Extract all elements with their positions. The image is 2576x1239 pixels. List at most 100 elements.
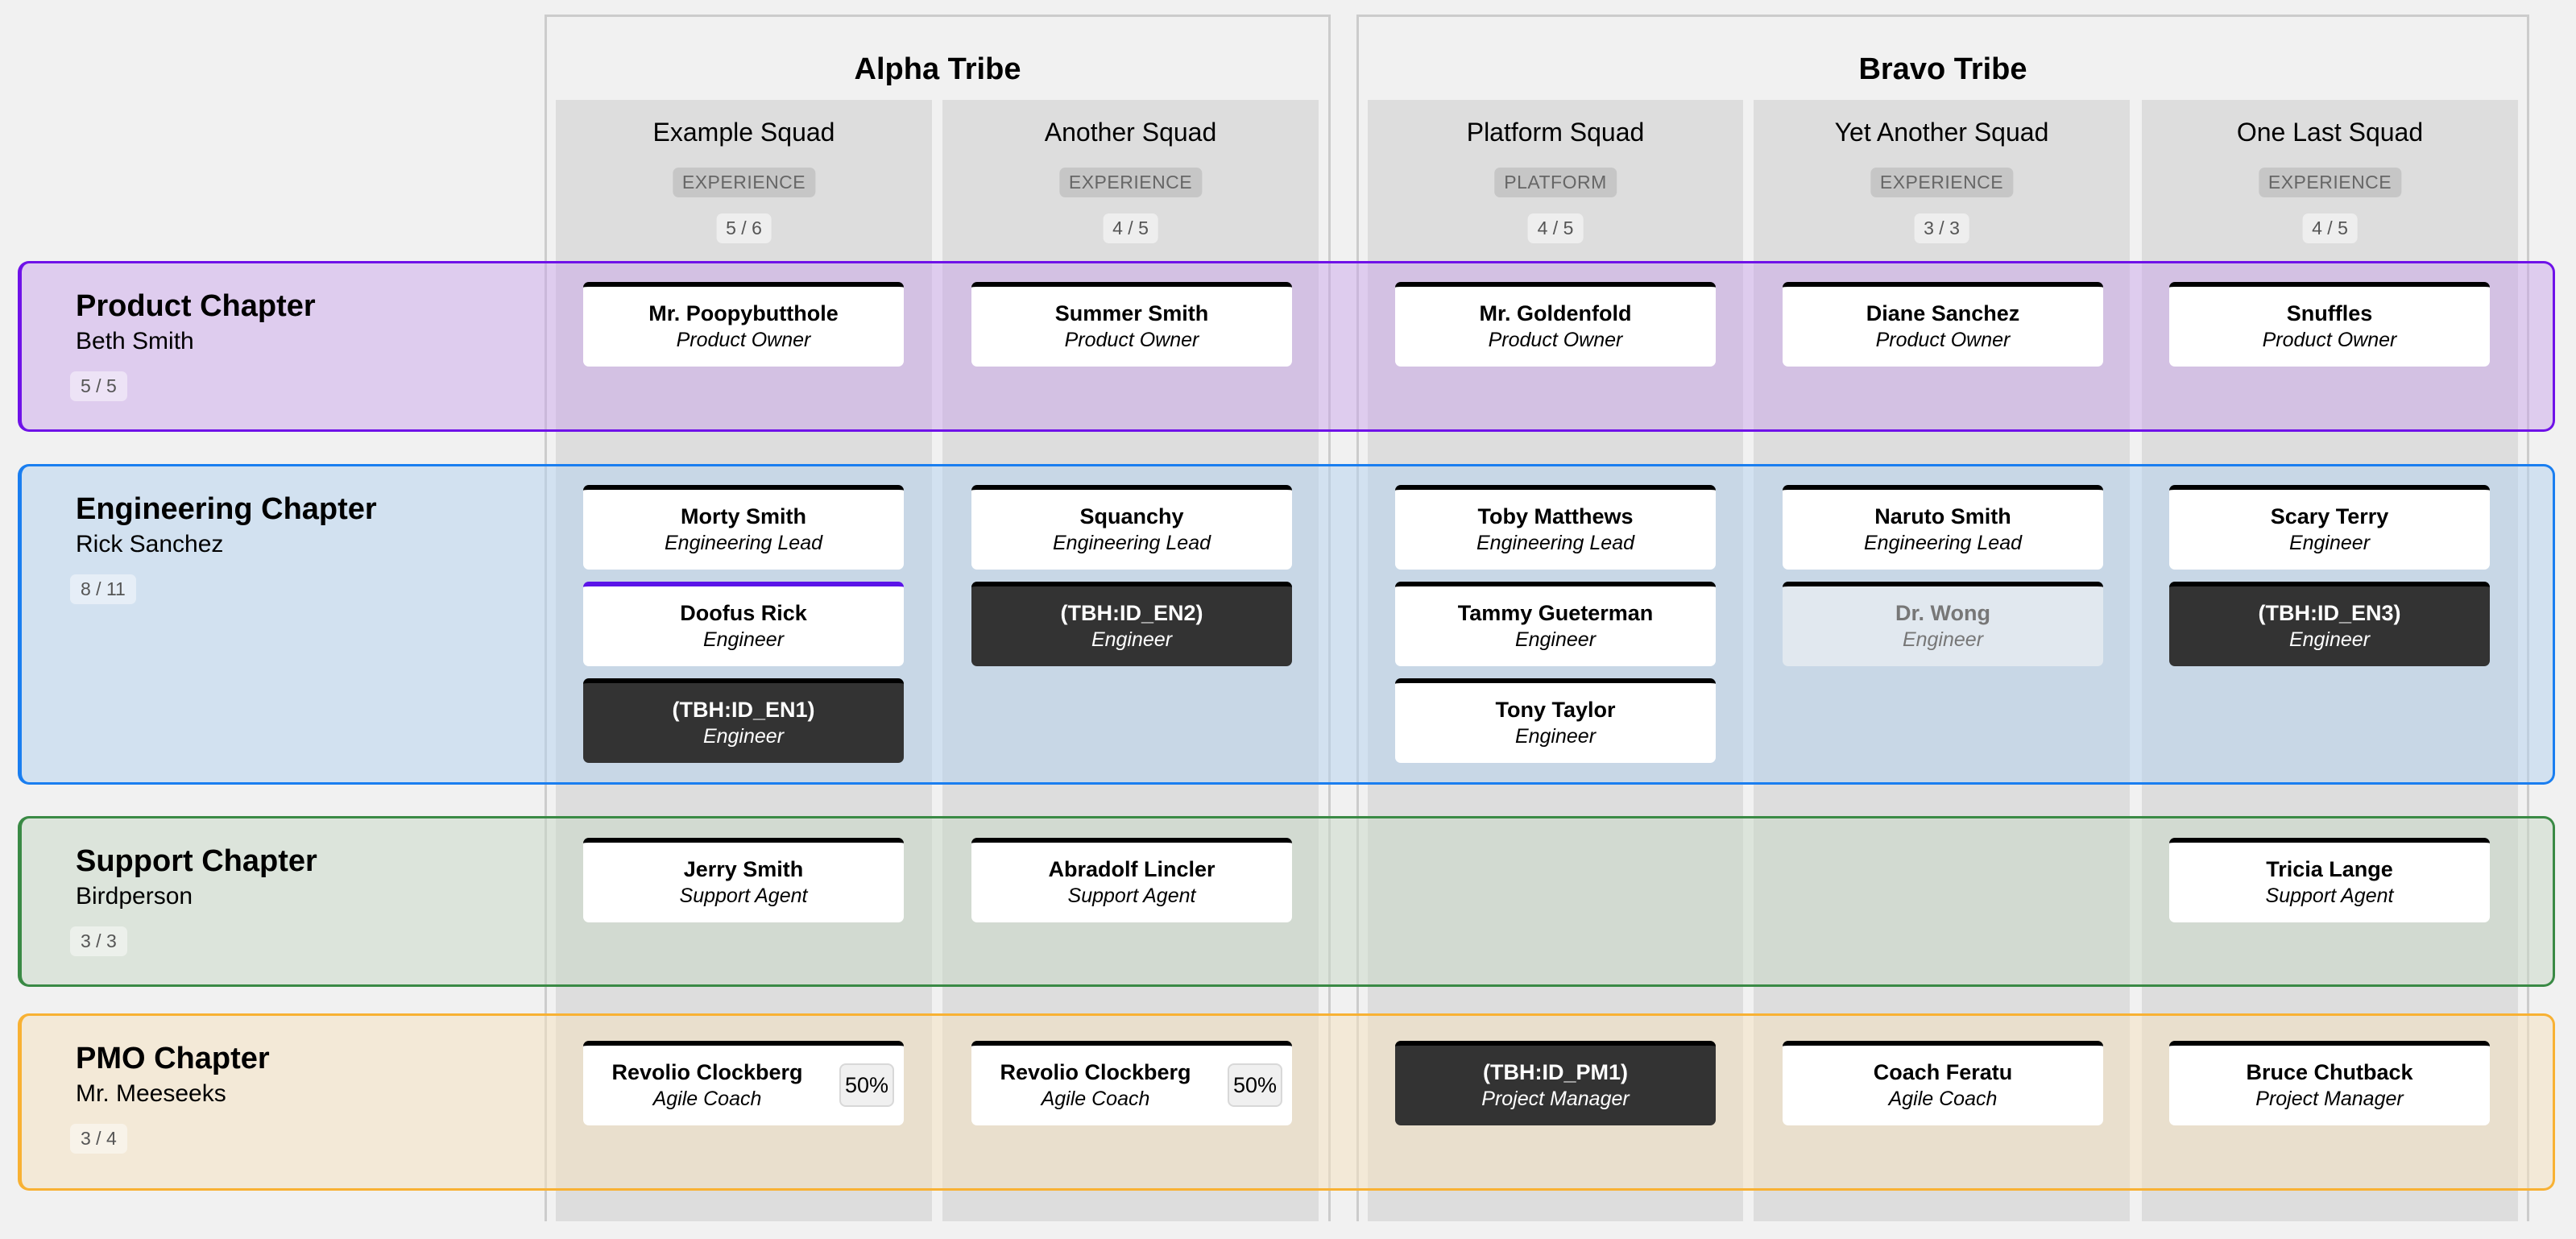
person-role: Support Agent bbox=[679, 885, 808, 907]
person-card[interactable]: Tony Taylor Engineer bbox=[1395, 678, 1716, 763]
squad-count: 4 / 5 bbox=[1527, 213, 1584, 243]
tribe-title: Bravo Tribe bbox=[1858, 52, 2027, 86]
person-name: Tammy Gueterman bbox=[1457, 601, 1654, 625]
tribe-title: Alpha Tribe bbox=[854, 52, 1021, 86]
person-role: Engineer bbox=[1902, 628, 1984, 651]
squad-name: Another Squad bbox=[1044, 118, 1217, 147]
chapter-title: Support Chapter bbox=[76, 844, 317, 878]
person-card[interactable]: Jerry Smith Support Agent bbox=[583, 838, 904, 922]
person-name: Tricia Lange bbox=[2266, 857, 2393, 881]
chapter-lead: Rick Sanchez bbox=[76, 531, 224, 557]
person-card[interactable]: Squanchy Engineering Lead bbox=[971, 485, 1292, 570]
person-card[interactable]: Summer Smith Product Owner bbox=[971, 282, 1292, 367]
person-role: Project Manager bbox=[2255, 1088, 2404, 1110]
chapter-title: Product Chapter bbox=[76, 289, 316, 323]
allocation-badge[interactable]: 50% bbox=[1228, 1063, 1282, 1107]
person-name: Jerry Smith bbox=[683, 857, 804, 881]
person-card[interactable]: Morty Smith Engineering Lead bbox=[583, 485, 904, 570]
person-name: Toby Matthews bbox=[1477, 504, 1634, 528]
person-card[interactable]: Revolio Clockberg Agile Coach 50% bbox=[971, 1041, 1292, 1125]
person-role: Agile Coach bbox=[1888, 1088, 1998, 1110]
person-card[interactable]: Bruce Chutback Project Manager bbox=[2169, 1041, 2490, 1125]
person-card[interactable]: Doofus Rick Engineer bbox=[583, 582, 904, 666]
squad-name: Example Squad bbox=[652, 118, 835, 147]
chapter-lead: Beth Smith bbox=[76, 328, 194, 354]
person-card[interactable]: Diane Sanchez Product Owner bbox=[1783, 282, 2103, 367]
chapter-count: 8 / 11 bbox=[70, 574, 136, 604]
person-name: Morty Smith bbox=[680, 504, 806, 528]
tbh-card[interactable]: (TBH:ID_EN1) Engineer bbox=[583, 678, 904, 763]
person-role: Engineering Lead bbox=[1053, 532, 1211, 554]
squad-name: Platform Squad bbox=[1466, 118, 1645, 147]
person-role: Support Agent bbox=[1067, 885, 1196, 907]
squad-count: 5 / 6 bbox=[716, 213, 772, 243]
allocation-badge[interactable]: 50% bbox=[839, 1063, 894, 1107]
person-name: Mr. Poopybutthole bbox=[648, 301, 839, 325]
chapter-lead: Mr. Meeseeks bbox=[76, 1080, 226, 1107]
person-name: Coach Feratu bbox=[1873, 1060, 2013, 1084]
person-role: Project Manager bbox=[1481, 1088, 1630, 1110]
person-card[interactable]: Naruto Smith Engineering Lead bbox=[1783, 485, 2103, 570]
chapter-count: 3 / 4 bbox=[70, 1124, 127, 1154]
person-name: Revolio Clockberg bbox=[611, 1060, 803, 1084]
person-name: Revolio Clockberg bbox=[1000, 1060, 1191, 1084]
person-name: Squanchy bbox=[1079, 504, 1184, 528]
person-name: (TBH:ID_PM1) bbox=[1483, 1060, 1628, 1084]
person-role: Product Owner bbox=[1488, 329, 1623, 351]
person-name: Diane Sanchez bbox=[1866, 301, 2020, 325]
person-role: Engineering Lead bbox=[665, 532, 822, 554]
person-card[interactable]: Toby Matthews Engineering Lead bbox=[1395, 485, 1716, 570]
squad-tag: EXPERIENCE bbox=[1870, 168, 2014, 197]
person-role: Engineer bbox=[1514, 628, 1597, 651]
person-card[interactable]: Scary Terry Engineer bbox=[2169, 485, 2490, 570]
squad-name: Yet Another Squad bbox=[1834, 118, 2049, 147]
person-role: Engineer bbox=[702, 725, 785, 748]
squad-count: 4 / 5 bbox=[1103, 213, 1158, 243]
person-card[interactable]: Revolio Clockberg Agile Coach 50% bbox=[583, 1041, 904, 1125]
chapter-title: Engineering Chapter bbox=[76, 492, 377, 526]
person-card[interactable]: Mr. Poopybutthole Product Owner bbox=[583, 282, 904, 367]
person-name: (TBH:ID_EN3) bbox=[2258, 601, 2401, 625]
squad-tag: EXPERIENCE bbox=[2258, 168, 2402, 197]
person-role: Product Owner bbox=[676, 329, 811, 351]
person-role: Engineer bbox=[2288, 628, 2371, 651]
person-role: Product Owner bbox=[1875, 329, 2011, 351]
chapter-lead: Birdperson bbox=[76, 883, 193, 910]
person-card-disabled[interactable]: Dr. Wong Engineer bbox=[1783, 582, 2103, 666]
person-role: Engineer bbox=[702, 628, 785, 651]
person-card[interactable]: Tricia Lange Support Agent bbox=[2169, 838, 2490, 922]
person-role: Engineer bbox=[2288, 532, 2371, 554]
person-name: Doofus Rick bbox=[680, 601, 807, 625]
person-card[interactable]: Coach Feratu Agile Coach bbox=[1783, 1041, 2103, 1125]
person-role: Product Owner bbox=[2262, 329, 2397, 351]
person-name: (TBH:ID_EN1) bbox=[672, 698, 815, 722]
squad-count: 3 / 3 bbox=[1914, 213, 1969, 243]
person-name: Dr. Wong bbox=[1895, 601, 1990, 625]
person-card[interactable]: Snuffles Product Owner bbox=[2169, 282, 2490, 367]
person-role: Engineering Lead bbox=[1476, 532, 1634, 554]
person-role: Engineer bbox=[1091, 628, 1173, 651]
person-name: Abradolf Lincler bbox=[1048, 857, 1216, 881]
tbh-card[interactable]: (TBH:ID_EN3) Engineer bbox=[2169, 582, 2490, 666]
person-card[interactable]: Tammy Gueterman Engineer bbox=[1395, 582, 1716, 666]
person-name: Mr. Goldenfold bbox=[1479, 301, 1632, 325]
squad-tag: EXPERIENCE bbox=[672, 168, 816, 197]
chapter-count: 3 / 3 bbox=[70, 926, 127, 956]
tbh-card[interactable]: (TBH:ID_PM1) Project Manager bbox=[1395, 1041, 1716, 1125]
tbh-card[interactable]: (TBH:ID_EN2) Engineer bbox=[971, 582, 1292, 666]
squad-tag: PLATFORM bbox=[1494, 168, 1617, 197]
person-name: (TBH:ID_EN2) bbox=[1060, 601, 1203, 625]
chapter-count: 5 / 5 bbox=[70, 371, 127, 401]
person-name: Summer Smith bbox=[1054, 301, 1209, 325]
person-name: Bruce Chutback bbox=[2246, 1060, 2413, 1084]
squad-count: 4 / 5 bbox=[2302, 213, 2358, 243]
person-role: Agile Coach bbox=[1041, 1088, 1150, 1110]
squad-tag: EXPERIENCE bbox=[1058, 168, 1203, 197]
person-name: Scary Terry bbox=[2270, 504, 2389, 528]
person-name: Tony Taylor bbox=[1495, 698, 1616, 722]
person-name: Naruto Smith bbox=[1874, 504, 2011, 528]
person-role: Product Owner bbox=[1064, 329, 1199, 351]
person-card[interactable]: Mr. Goldenfold Product Owner bbox=[1395, 282, 1716, 367]
squad-name: One Last Squad bbox=[2236, 118, 2424, 147]
person-card[interactable]: Abradolf Lincler Support Agent bbox=[971, 838, 1292, 922]
